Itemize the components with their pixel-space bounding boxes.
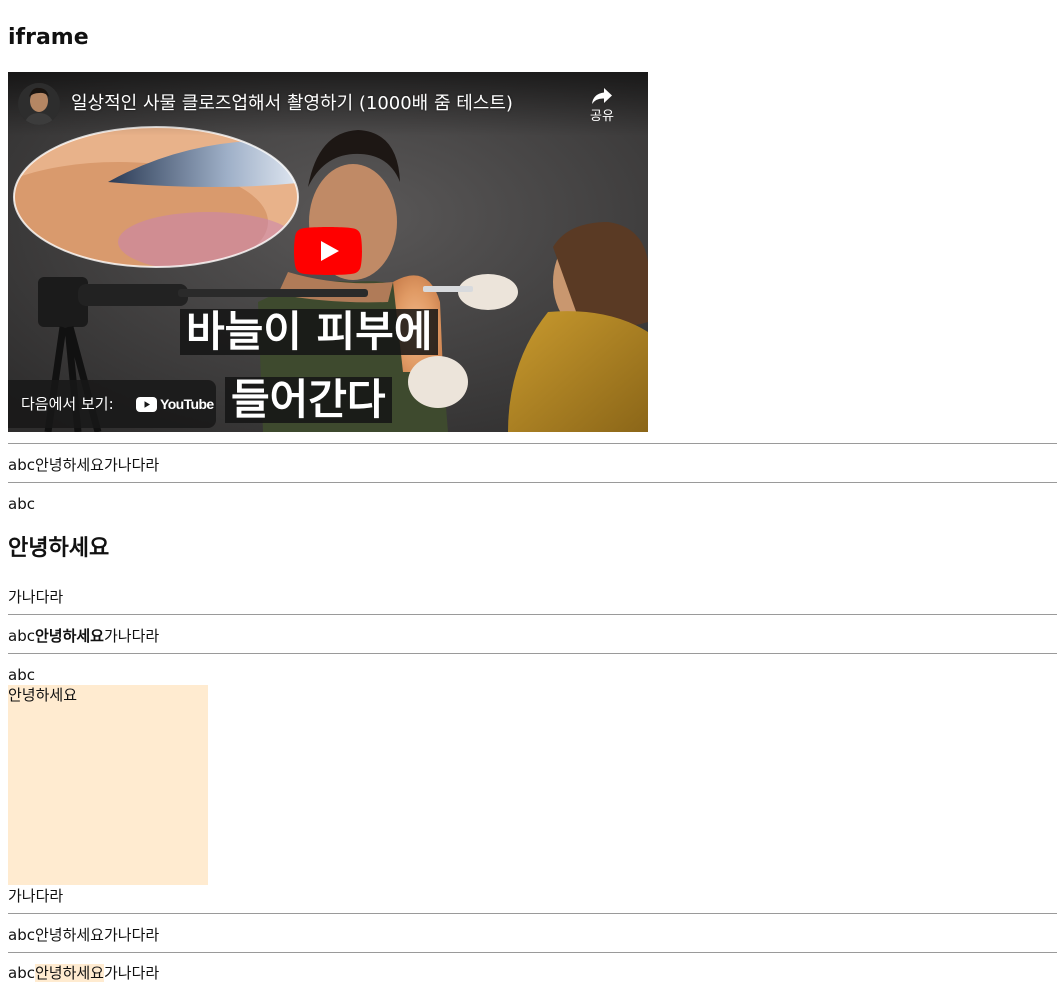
channel-avatar[interactable]	[18, 83, 60, 125]
row-3-ganada: 가나다라	[103, 627, 160, 645]
play-icon	[294, 227, 362, 275]
row-1-ganada: 가나다라	[103, 456, 160, 474]
video-caption-line-1: 바늘이 피부에	[180, 309, 439, 355]
share-label: 공유	[590, 109, 614, 124]
row-1-greeting: 안녕하세요	[34, 456, 104, 474]
row-6-abc: abc	[8, 964, 35, 982]
divider	[8, 952, 1057, 953]
row-5-ganada: 가나다라	[103, 926, 160, 944]
row-2-ganada: 가나다라	[8, 588, 64, 606]
page-title: iframe	[8, 25, 89, 50]
page: iframe 일상적인 사물 클로즈업해서 촬영하기 (1000배 줌 테스트)…	[8, 0, 1057, 982]
youtube-logo: YouTube	[136, 396, 214, 412]
row-4-greeting: 안녕하세요	[8, 686, 78, 704]
row-2-abc: abc	[8, 495, 35, 513]
share-button[interactable]: 공유	[584, 84, 620, 125]
video-caption-line-2: 들어간다	[225, 377, 392, 423]
row-4-abc: abc	[8, 666, 35, 684]
row-3-greeting-bold: 안녕하세요	[34, 627, 104, 645]
video-title[interactable]: 일상적인 사물 클로즈업해서 촬영하기 (1000배 줌 테스트)	[71, 92, 513, 116]
watch-on-label: 다음에서 보기:	[21, 395, 114, 413]
share-icon	[592, 88, 612, 104]
divider	[8, 614, 1057, 615]
divider	[8, 443, 1057, 444]
channel-avatar-image	[18, 83, 60, 125]
highlight-block: 안녕하세요	[8, 685, 208, 885]
row-4-ganada: 가나다라	[8, 887, 64, 905]
watch-on-youtube-button[interactable]: 다음에서 보기: YouTube	[8, 380, 216, 428]
row-6-greeting-highlight: 안녕하세요	[34, 964, 104, 982]
text-row-1: abc안녕하세요가나다라	[8, 455, 159, 475]
text-row-6: abc안녕하세요가나다라	[8, 963, 159, 983]
youtube-wordmark: YouTube	[160, 396, 214, 412]
row-5-abc: abc	[8, 926, 35, 944]
text-row-5: abc안녕하세요가나다라	[8, 925, 159, 945]
row-1-abc: abc	[8, 456, 35, 474]
play-button[interactable]	[294, 227, 362, 275]
text-row-3: abc안녕하세요가나다라	[8, 626, 159, 646]
row-2-heading: 안녕하세요	[8, 536, 110, 561]
row-6-ganada: 가나다라	[103, 964, 160, 982]
row-3-abc: abc	[8, 627, 35, 645]
youtube-logo-icon	[136, 396, 157, 412]
divider	[8, 913, 1057, 914]
row-5-greeting: 안녕하세요	[34, 926, 104, 944]
divider	[8, 653, 1057, 654]
divider	[8, 482, 1057, 483]
youtube-embed[interactable]: 일상적인 사물 클로즈업해서 촬영하기 (1000배 줌 테스트) 공유 바늘이…	[8, 72, 648, 432]
